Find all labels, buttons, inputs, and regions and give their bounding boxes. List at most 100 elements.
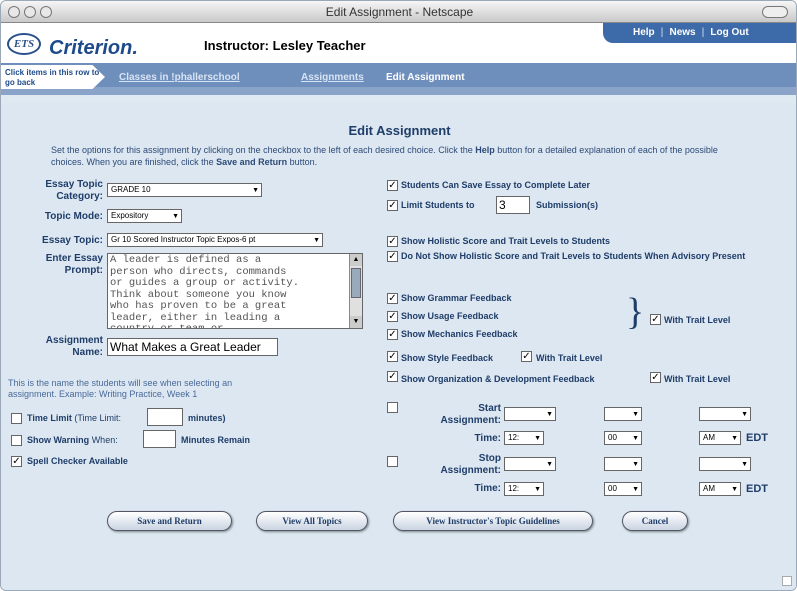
instructions-save: Save and Return	[216, 157, 288, 167]
chevron-down-icon: ▼	[172, 213, 179, 220]
limit-students-input[interactable]: 3	[496, 196, 530, 214]
limit-students-suffix: Submission(s)	[536, 200, 599, 210]
stop-hour-select[interactable]: 12: ▼	[504, 482, 544, 496]
show-holistic-checkbox[interactable]: ✓	[387, 236, 398, 247]
breadcrumb-current: Edit Assignment	[386, 72, 465, 83]
usage-checkbox[interactable]: ✓	[387, 311, 398, 322]
style-trait-checkbox[interactable]: ✓	[521, 351, 532, 362]
start-timezone: EDT	[746, 432, 768, 444]
nav-separator: |	[660, 27, 664, 38]
start-year-select[interactable]: ▼	[699, 407, 751, 421]
instructions-help: Help	[475, 145, 495, 155]
spell-checker-checkbox[interactable]: ✓	[11, 456, 22, 467]
time-limit-text: Time Limit	[27, 413, 72, 423]
zoom-window-icon[interactable]	[40, 6, 52, 18]
close-window-icon[interactable]	[8, 6, 20, 18]
scroll-up-icon[interactable]: ▲	[350, 254, 362, 266]
chevron-down-icon: ▼	[546, 411, 553, 418]
criterion-logo: Criterion.	[49, 37, 138, 59]
topic-mode-select[interactable]: Expository ▼	[107, 209, 182, 223]
assignment-name-input[interactable]: What Makes a Great Leader	[107, 338, 278, 356]
chevron-down-icon: ▼	[546, 461, 553, 468]
help-link[interactable]: Help	[633, 27, 655, 38]
not-show-holistic-label: Do Not Show Holistic Score and Trait Lev…	[401, 251, 746, 261]
gum-trait-label: With Trait Level	[664, 315, 731, 325]
stop-minute-select[interactable]: 00 ▼	[604, 482, 642, 496]
breadcrumb-assignments[interactable]: Assignments	[301, 72, 364, 83]
not-show-holistic-checkbox[interactable]: ✓	[387, 251, 398, 262]
breadcrumb-classes[interactable]: Classes in !phallerschool	[119, 72, 240, 83]
resize-handle-icon[interactable]	[782, 576, 792, 586]
scroll-down-icon[interactable]: ▼	[350, 316, 362, 328]
select-value: AM	[703, 433, 715, 442]
gum-trait-checkbox[interactable]: ✓	[650, 314, 661, 325]
stop-time-label: Time:	[474, 483, 502, 494]
time-limit-checkbox[interactable]	[11, 413, 22, 424]
instructions-text: button.	[287, 157, 318, 167]
time-limit-units: minutes)	[188, 413, 226, 423]
essay-topic-category-select[interactable]: GRADE 10 ▼	[107, 183, 262, 197]
show-warning-label: Show Warning When:	[27, 435, 118, 446]
toolbar-toggle-icon[interactable]	[762, 6, 788, 18]
news-link[interactable]: News	[669, 27, 695, 38]
view-guidelines-button[interactable]: View Instructor's Topic Guidelines	[393, 511, 593, 531]
select-value: 12:	[508, 484, 520, 493]
select-value: GRADE 10	[111, 185, 151, 194]
stop-timezone: EDT	[746, 483, 768, 495]
nav-separator: |	[701, 27, 705, 38]
select-value: AM	[703, 484, 715, 493]
essay-topic-category-label: Essay Topic Category:	[45, 179, 103, 202]
time-limit-paren: (Time Limit:	[74, 413, 122, 423]
show-warning-checkbox[interactable]	[11, 435, 22, 446]
start-hour-select[interactable]: 12: ▼	[504, 431, 544, 445]
instructions-text: Set the options for this assignment by c…	[51, 145, 476, 155]
minimize-window-icon[interactable]	[24, 6, 36, 18]
app-header: ETS Criterion. Instructor: Lesley Teache…	[1, 23, 796, 63]
cancel-button[interactable]: Cancel	[622, 511, 688, 531]
start-day-select[interactable]: ▼	[604, 407, 642, 421]
start-ampm-select[interactable]: AM ▼	[699, 431, 741, 445]
show-warning-input[interactable]	[143, 430, 176, 448]
chevron-down-icon: ▼	[741, 461, 748, 468]
scroll-thumb[interactable]	[351, 268, 361, 298]
view-all-topics-button[interactable]: View All Topics	[256, 511, 368, 531]
top-nav: Help | News | Log Out	[603, 23, 796, 43]
essay-topic-label: Essay Topic:	[42, 235, 103, 246]
essay-topic-select[interactable]: Gr 10 Scored Instructor Topic Expos-6 pt…	[107, 233, 323, 247]
start-assignment-checkbox[interactable]	[387, 402, 398, 413]
style-checkbox[interactable]: ✓	[387, 351, 398, 362]
org-trait-checkbox[interactable]: ✓	[650, 372, 661, 383]
select-value: Expository	[111, 211, 149, 220]
grammar-checkbox[interactable]: ✓	[387, 293, 398, 304]
org-trait-label: With Trait Level	[664, 374, 731, 384]
stop-ampm-select[interactable]: AM ▼	[699, 482, 741, 496]
browser-window: Edit Assignment - Netscape ETS Criterion…	[0, 0, 797, 591]
prompt-scrollbar[interactable]: ▲ ▼	[349, 254, 362, 328]
start-minute-select[interactable]: 00 ▼	[604, 431, 642, 445]
stop-year-select[interactable]: ▼	[699, 457, 751, 471]
show-warning-when: When:	[91, 435, 118, 445]
essay-prompt-textarea[interactable]: A leader is defined as a person who dire…	[107, 253, 363, 329]
start-month-select[interactable]: ▼	[504, 407, 556, 421]
instructions: Set the options for this assignment by c…	[51, 144, 751, 168]
window-title: Edit Assignment - Netscape	[325, 5, 474, 19]
stop-assignment-checkbox[interactable]	[387, 456, 398, 467]
limit-students-checkbox[interactable]: ✓	[387, 200, 398, 211]
style-trait-label: With Trait Level	[536, 353, 603, 363]
start-assignment-label: Start Assignment:	[440, 403, 501, 426]
essay-prompt-label: Enter Essay Prompt:	[45, 253, 103, 276]
save-complete-later-label: Students Can Save Essay to Complete Late…	[401, 180, 591, 190]
stop-month-select[interactable]: ▼	[504, 457, 556, 471]
stop-day-select[interactable]: ▼	[604, 457, 642, 471]
save-complete-later-checkbox[interactable]: ✓	[387, 180, 398, 191]
time-limit-input[interactable]	[147, 408, 183, 426]
mechanics-checkbox[interactable]: ✓	[387, 329, 398, 340]
show-warning-units: Minutes Remain	[181, 435, 251, 445]
chevron-down-icon: ▼	[632, 411, 639, 418]
org-dev-checkbox[interactable]: ✓	[387, 371, 398, 382]
spell-checker-label: Spell Checker Available	[27, 456, 128, 466]
logout-link[interactable]: Log Out	[710, 27, 748, 38]
select-value: 00	[608, 484, 617, 493]
grouping-brace: }	[626, 291, 645, 333]
save-and-return-button[interactable]: Save and Return	[107, 511, 232, 531]
